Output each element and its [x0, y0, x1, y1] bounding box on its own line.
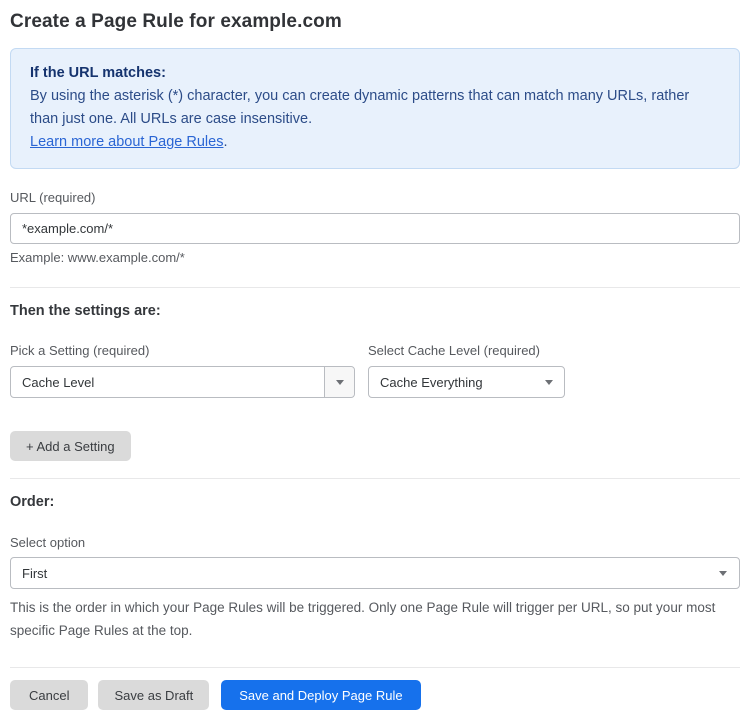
url-field-helper: Example: www.example.com/* [10, 250, 185, 265]
dropdown-arrow-cell [324, 367, 354, 397]
url-input[interactable] [10, 213, 740, 244]
order-value: First [22, 565, 48, 581]
chevron-down-icon [335, 379, 344, 385]
divider [10, 287, 740, 288]
info-box-body: By using the asterisk (*) character, you… [30, 88, 690, 127]
cancel-button[interactable]: Cancel [10, 680, 89, 710]
cache-level-column: Select Cache Level (required) Cache Ever… [368, 343, 565, 398]
url-field-label: URL (required) [10, 190, 96, 205]
divider [10, 478, 740, 479]
chevron-down-icon [719, 570, 727, 576]
cache-level-dropdown[interactable]: Cache Everything [368, 366, 565, 398]
order-section-heading: Order: [10, 494, 55, 510]
divider [10, 667, 740, 668]
order-select-label: Select option [10, 535, 86, 550]
add-setting-button[interactable]: + Add a Setting [10, 431, 131, 461]
actions-row: Cancel Save as Draft Save and Deploy Pag… [10, 680, 740, 710]
info-box-heading: If the URL matches: [30, 65, 166, 81]
setting-picker-column: Pick a Setting (required) Cache Level [10, 343, 355, 398]
page-title: Create a Page Rule for example.com [10, 11, 342, 32]
save-and-deploy-button[interactable]: Save and Deploy Page Rule [221, 680, 421, 710]
info-link-line: Learn more about Page Rules. [30, 131, 720, 154]
setting-picker-value: Cache Level [22, 374, 95, 390]
settings-section-heading: Then the settings are: [10, 303, 161, 319]
cache-level-label: Select Cache Level (required) [368, 343, 540, 358]
dropdown-arrow-cell [534, 379, 564, 385]
chevron-down-icon [545, 379, 553, 385]
url-match-info-box: If the URL matches: By using the asteris… [10, 48, 740, 169]
setting-picker-label: Pick a Setting (required) [10, 343, 150, 358]
setting-picker-dropdown[interactable]: Cache Level [10, 366, 355, 398]
order-helper-text: This is the order in which your Page Rul… [10, 600, 716, 638]
learn-more-link[interactable]: Learn more about Page Rules [30, 134, 223, 150]
cache-level-value: Cache Everything [380, 374, 483, 390]
order-dropdown[interactable]: First [10, 557, 740, 589]
dropdown-arrow-cell [707, 570, 739, 576]
settings-row: Pick a Setting (required) Cache Level Se… [10, 343, 740, 398]
page-rule-form: Create a Page Rule for example.com If th… [0, 11, 750, 710]
link-suffix: . [223, 134, 228, 150]
save-as-draft-button[interactable]: Save as Draft [98, 680, 210, 710]
